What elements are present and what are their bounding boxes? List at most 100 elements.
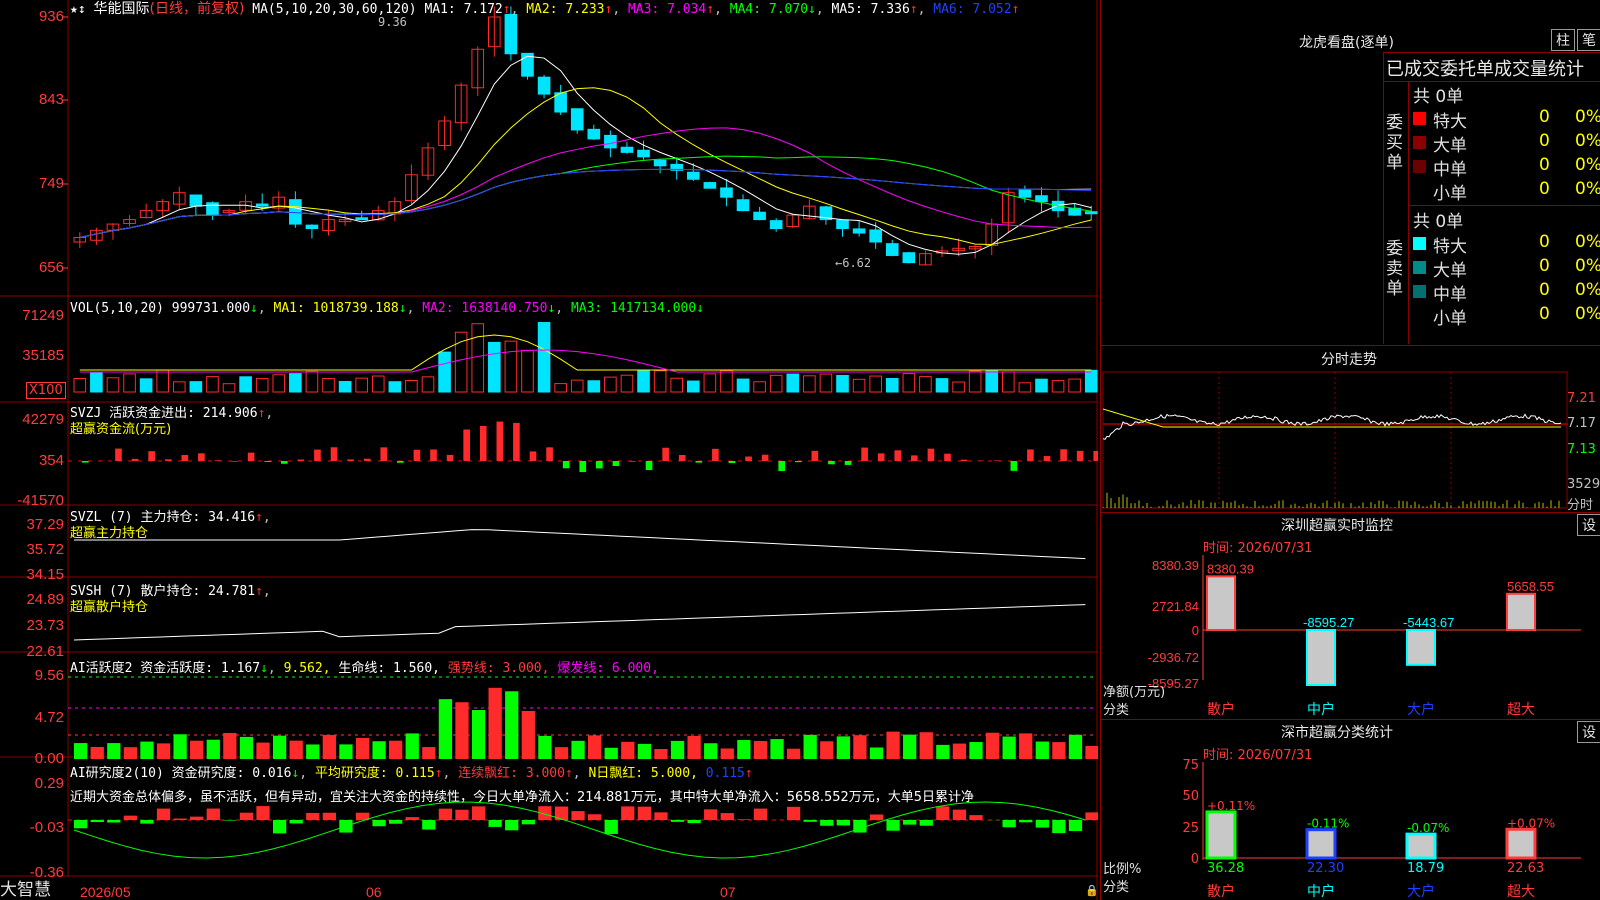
candle-body [1084,211,1098,215]
arrows-icon[interactable]: ↕ [78,2,86,17]
flow-bar [579,461,587,473]
research-line [73,801,1086,859]
cls-chart: 75 50 25 0 +0.11% 36.28 散户 -0.11% 22.30 中户 -0.07% 1… [1182,758,1581,900]
activity-bar [488,687,502,759]
research-bar [903,820,917,825]
ai-res-y-label-3: -0.36 [29,864,64,881]
lock-icon[interactable]: 🔒 [1085,884,1099,897]
candle-body [355,217,368,221]
intraday-title: 分时走势 [1321,352,1377,368]
research-bar [820,820,834,826]
candle-body [620,146,634,153]
volume-bar [686,380,700,393]
research-bar [190,816,204,820]
research-bar [74,820,88,829]
research-bar [571,811,585,820]
buy-total: 共 0单 [1413,87,1464,107]
activity-bar [355,737,370,759]
flow-bar [513,422,520,461]
activity-bar [521,710,535,759]
right-sidebar: 龙虎看盘(逐单) 柱 笔 已成交委托单成交量统计 委买单 共 0单 特大 0 0… [1100,0,1600,900]
intraday-chart[interactable] [1101,370,1600,512]
volume-bar [471,323,485,393]
activity-bar [621,741,635,759]
up-arrow-icon: ↑ [706,2,715,17]
sz-cat-label: 中户 [1307,701,1335,718]
intraday-unit: 分时 [1567,498,1594,513]
volume-bar [73,378,87,393]
vol-unit-badge: X100 [26,382,66,399]
research-bar [1085,812,1098,820]
cls-change-label: -0.07% [1407,821,1449,835]
svsh-y-label-3: 22.61 [26,643,64,660]
research-bar [372,820,386,827]
cls-cat: 分类 [1103,880,1130,895]
cls-value-label: 18.79 [1407,861,1444,876]
svzj-y-label-2: 354 [38,452,64,469]
flow-bar [645,461,653,471]
activity-bar [1002,736,1016,759]
row-name: 中单 [1433,285,1467,305]
volume-bar [1018,382,1032,393]
star-icon[interactable]: ★ [70,2,78,17]
flow-bar [380,447,388,461]
sz-monitor-chart: 8380.39 2721.84 0 -2936.72 -8595.27 8380.39 散户… [1148,555,1581,718]
legend-swatch-icon [1413,112,1426,125]
down-arrow-icon: ↓ [808,2,816,17]
main-chart-area[interactable] [0,0,1098,900]
research-bar [256,806,270,820]
ai-res-panel-header: AI研究度2(10) 资金研究度: 0.016↓, 平均研究度: 0.115↑,… [70,766,753,781]
cls-bar [1205,810,1237,860]
activity-bar [720,748,734,759]
vol-panel-header: VOL(5,10,20) 999731.000↓, MA1: 1018739.1… [70,301,705,316]
flow-bar [761,454,769,461]
flow-bar [861,447,868,461]
candle-body [305,224,319,230]
chart-canvas[interactable] [0,0,1098,900]
flow-bar [1060,449,1067,461]
volume-bar [90,372,103,393]
volume-bar [836,374,849,393]
volume-bar [670,377,684,393]
cls-bar [1505,827,1537,860]
ai2-strong: 强势线: 3.000, [447,661,550,676]
volume-bar [388,381,402,393]
cls-unit: 比例% [1103,862,1142,877]
activity-bar [190,740,204,759]
ma3-value: MA3: 7.034 [627,2,707,17]
vol-y-label-2: 35185 [22,347,64,364]
activity-bar [886,731,900,759]
stock-name: 华能国际 [93,1,150,17]
zhu-button[interactable]: 柱 [1551,29,1575,51]
buy-label: 委买单 [1386,113,1403,173]
up-arrow-icon: ↑ [604,2,613,17]
activity-bar [422,747,436,759]
main-panel-header: ★↕ 华能国际(日线，前复权) MA(5,10,20,30,60,120) MA… [70,1,1020,17]
flow-bar [794,461,802,463]
volume-bar [106,377,120,393]
volume-bar [438,351,451,393]
activity-bar [687,735,701,759]
research-bar [753,808,768,820]
research-bar [1052,820,1066,834]
research-bar [720,813,734,820]
volume-bar [123,373,136,393]
volume-bar [421,376,435,393]
ai-res-y-label-2: -0.03 [29,819,64,836]
flow-bar [728,461,736,464]
volume-bar [604,376,617,393]
sz-bar [1506,592,1536,631]
row-name: 中单 [1433,160,1467,180]
intraday-header-line [1101,345,1600,346]
flow-bar [280,461,288,464]
lhb-title: 龙虎看盘(逐单) [1299,35,1394,51]
sz-cat-label: 散户 [1207,701,1235,718]
activity-bar [853,735,867,759]
ma5-value: MA5: 7.336 [831,2,910,17]
row-percent: 0% [1575,131,1600,151]
flow-bar [546,447,553,461]
activity-bar [704,743,718,759]
research-bar [704,809,718,820]
cls-cat-label: 散户 [1207,883,1235,900]
bi-button[interactable]: 笔 [1577,29,1600,51]
